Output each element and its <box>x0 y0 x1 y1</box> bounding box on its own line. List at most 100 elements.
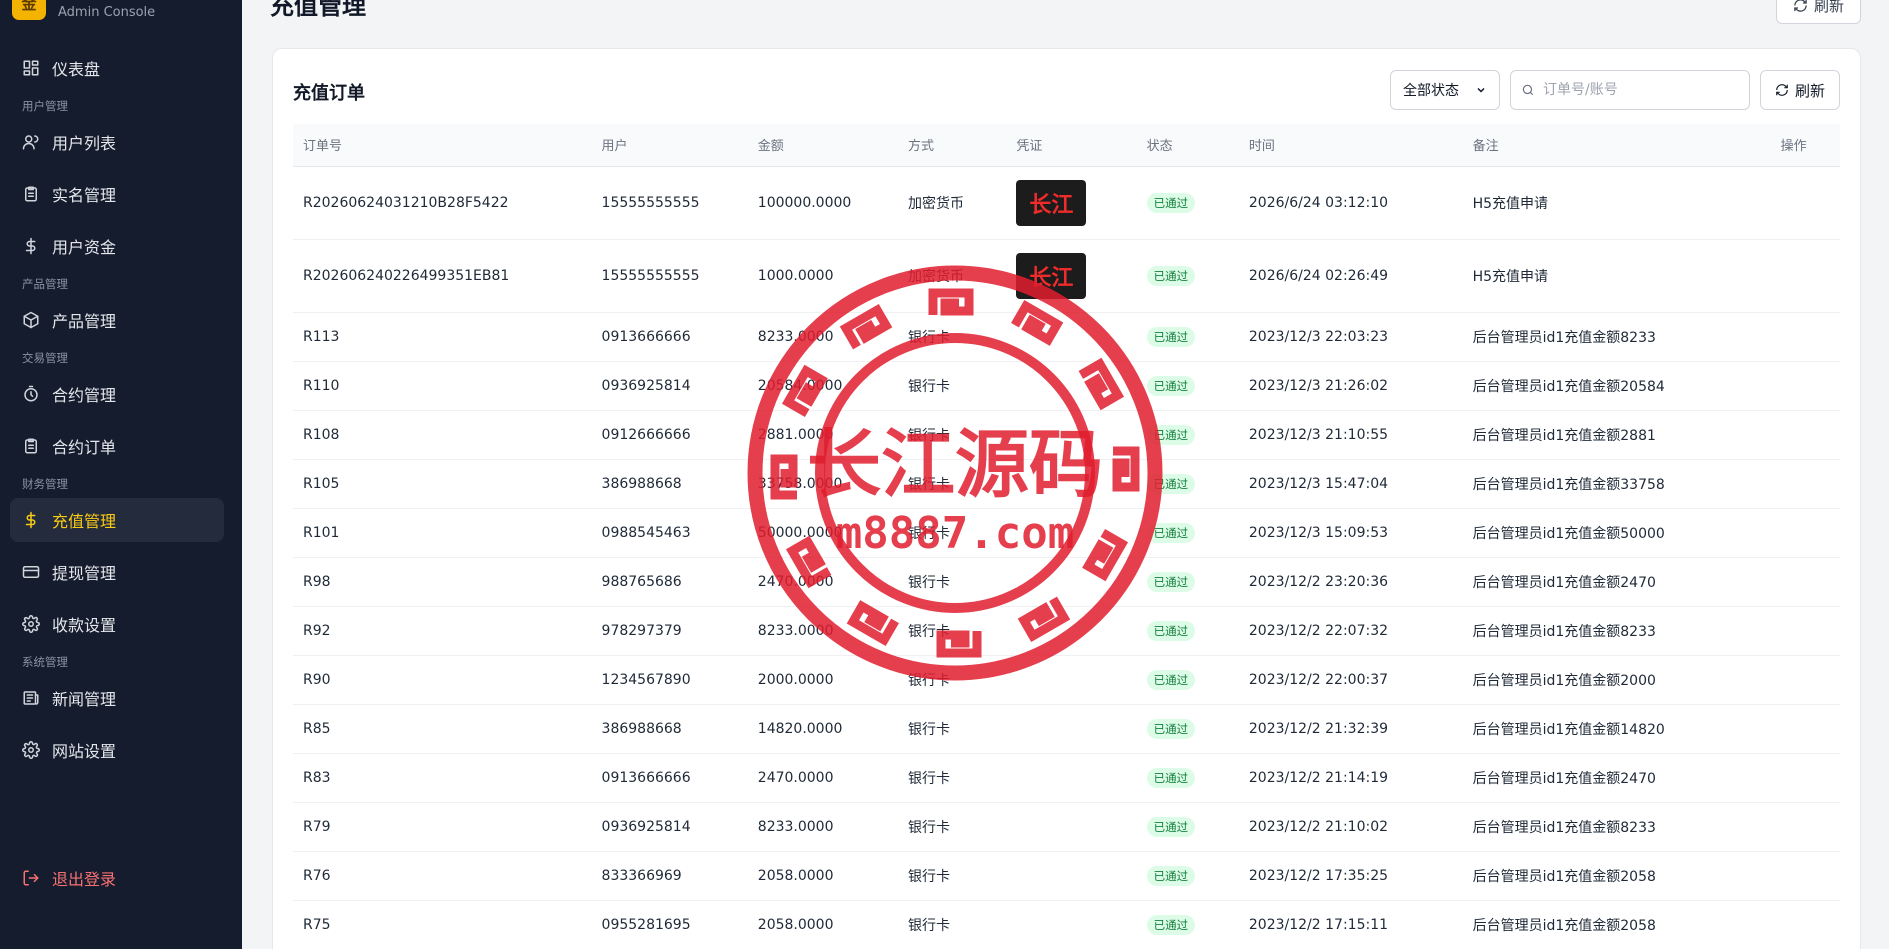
sidebar-item-label: 充值管理 <box>52 512 117 531</box>
gear-icon <box>22 615 40 633</box>
cell-actions <box>1770 851 1840 901</box>
sidebar-item-label: 用户列表 <box>52 134 117 153</box>
cell-user: 0936925814 <box>591 361 748 411</box>
cell-note: 后台管理员id1充值金额50000 <box>1462 508 1771 558</box>
status-badge: 已通过 <box>1146 192 1196 213</box>
refresh-icon <box>1776 84 1788 96</box>
sidebar-item[interactable]: 收款设置 <box>10 602 224 646</box>
cell-voucher <box>1006 900 1137 949</box>
cell-user: 0955281695 <box>591 900 748 949</box>
sidebar-item[interactable]: 用户资金 <box>10 224 224 268</box>
cell-actions <box>1770 312 1840 362</box>
cell-status: 已通过 <box>1136 851 1239 901</box>
sidebar-item-label: 产品管理 <box>52 312 117 331</box>
sidebar-item[interactable]: 充值管理 <box>10 498 224 542</box>
sidebar-item[interactable]: 网站设置 <box>10 728 224 772</box>
card-refresh-button[interactable]: 刷新 <box>1759 70 1840 110</box>
brand-subtitle: Admin Console <box>58 4 156 20</box>
cell-actions <box>1770 655 1840 705</box>
users-icon <box>22 135 39 150</box>
cell-user: 1234567890 <box>591 655 748 705</box>
cell-note: 后台管理员id1充值金额20584 <box>1462 361 1771 411</box>
sidebar-item-label: 收款设置 <box>52 616 117 635</box>
watermark-meander <box>846 600 899 647</box>
header-refresh-label: 刷新 <box>1813 0 1844 15</box>
watermark-meander <box>770 454 798 500</box>
table-row: R20260624031210B28F5422 15555555555 100000… <box>293 166 1840 240</box>
table-row: R83 0913666666 2470.0000 银行卡 已通过 2023/12/2 21… <box>293 753 1840 803</box>
cell-actions <box>1770 802 1840 852</box>
cell-status: 已通过 <box>1136 753 1239 803</box>
sidebar-item[interactable]: 用户列表 <box>10 120 224 164</box>
sidebar-item[interactable]: 实名管理 <box>10 172 224 216</box>
cell-time: 2023/12/2 21:10:02 <box>1238 802 1463 852</box>
cell-order: R20260624031210B28F5422 <box>293 166 592 240</box>
cell-note: 后台管理员id1充值金额8233 <box>1462 312 1771 362</box>
logout-button[interactable]: 退出登录 <box>10 856 224 900</box>
status-filter-select[interactable]: 全部状态 <box>1389 70 1500 110</box>
cell-order: R79 <box>293 802 592 852</box>
cell-order: R90 <box>293 655 592 705</box>
table-row: R75 0955281695 2058.0000 银行卡 已通过 2023/12/2 17… <box>293 900 1840 949</box>
search-icon <box>1522 84 1534 96</box>
voucher-thumbnail[interactable]: 长江 <box>1016 179 1087 226</box>
sidebar-item[interactable]: 提现管理 <box>10 550 224 594</box>
sidebar-item-label: 合约订单 <box>52 438 117 457</box>
card-icon <box>22 566 40 578</box>
cell-time: 2023/12/2 22:00:37 <box>1238 655 1463 705</box>
refresh-icon <box>1794 0 1807 12</box>
cell-user: 0936925814 <box>591 802 748 852</box>
sidebar-group-label: 用户管理 <box>22 99 68 113</box>
search-input[interactable] <box>1542 82 1733 98</box>
sidebar-item[interactable]: 新闻管理 <box>10 676 224 720</box>
watermark-meander <box>781 364 828 417</box>
gear-icon <box>22 741 40 759</box>
cell-time: 2023/12/2 22:07:32 <box>1238 606 1463 656</box>
cell-time: 2023/12/2 21:14:19 <box>1238 753 1463 803</box>
sidebar-item[interactable]: 合约管理 <box>10 372 224 416</box>
cell-time: 2023/12/3 21:10:55 <box>1238 410 1463 460</box>
column-header: 凭证 <box>1006 124 1137 167</box>
cell-amount: 8233.0000 <box>747 802 899 852</box>
cell-method: 银行卡 <box>898 802 1007 852</box>
cell-order: R75 <box>293 900 592 949</box>
box-icon <box>23 311 39 329</box>
cell-note: 后台管理员id1充值金额33758 <box>1462 459 1771 509</box>
sidebar-item-label: 用户资金 <box>52 238 117 257</box>
cell-order: R98 <box>293 557 592 607</box>
sidebar-group-label: 产品管理 <box>22 277 68 291</box>
watermark-meander <box>785 535 832 589</box>
cell-actions <box>1770 606 1840 656</box>
dollar-icon <box>25 511 36 529</box>
cell-user: 978297379 <box>591 606 748 656</box>
chevron-down-icon <box>1477 87 1485 93</box>
clipboard-icon <box>25 438 37 454</box>
cell-time: 2023/12/2 17:15:11 <box>1238 900 1463 949</box>
cell-time: 2023/12/3 15:47:04 <box>1238 459 1463 509</box>
sidebar-item-label: 实名管理 <box>52 186 117 205</box>
search-box <box>1509 70 1750 110</box>
brand-logo: 金 <box>12 0 46 20</box>
cell-time: 2023/12/3 21:26:02 <box>1238 361 1463 411</box>
cell-note: 后台管理员id1充值金额2470 <box>1462 753 1771 803</box>
cell-amount: 2470.0000 <box>747 753 899 803</box>
cell-time: 2023/12/2 23:20:36 <box>1238 557 1463 607</box>
sidebar-item[interactable]: 仪表盘 <box>10 46 224 90</box>
cell-user: 0912666666 <box>591 410 748 460</box>
column-header: 状态 <box>1136 124 1239 167</box>
cell-actions <box>1770 753 1840 803</box>
cell-note: 后台管理员id1充值金额14820 <box>1462 704 1771 754</box>
header-refresh-button[interactable]: 刷新 <box>1775 0 1861 24</box>
cell-user: 833366969 <box>591 851 748 901</box>
cell-actions <box>1770 166 1840 240</box>
column-header: 时间 <box>1238 124 1463 167</box>
watermark-meander <box>936 630 982 658</box>
sidebar-item[interactable]: 产品管理 <box>10 298 224 342</box>
sidebar-item-label: 合约管理 <box>52 386 117 405</box>
watermark-stamp: 长江源码 m8887.com <box>747 265 1163 681</box>
cell-time: 2026/6/24 02:26:49 <box>1238 239 1463 313</box>
sidebar-item[interactable]: 合约订单 <box>10 424 224 468</box>
table-row: R79 0936925814 8233.0000 银行卡 已通过 2023/12/2 21… <box>293 802 1840 852</box>
sidebar-item-label: 提现管理 <box>52 564 117 583</box>
card-title: 充值订单 <box>293 83 365 104</box>
